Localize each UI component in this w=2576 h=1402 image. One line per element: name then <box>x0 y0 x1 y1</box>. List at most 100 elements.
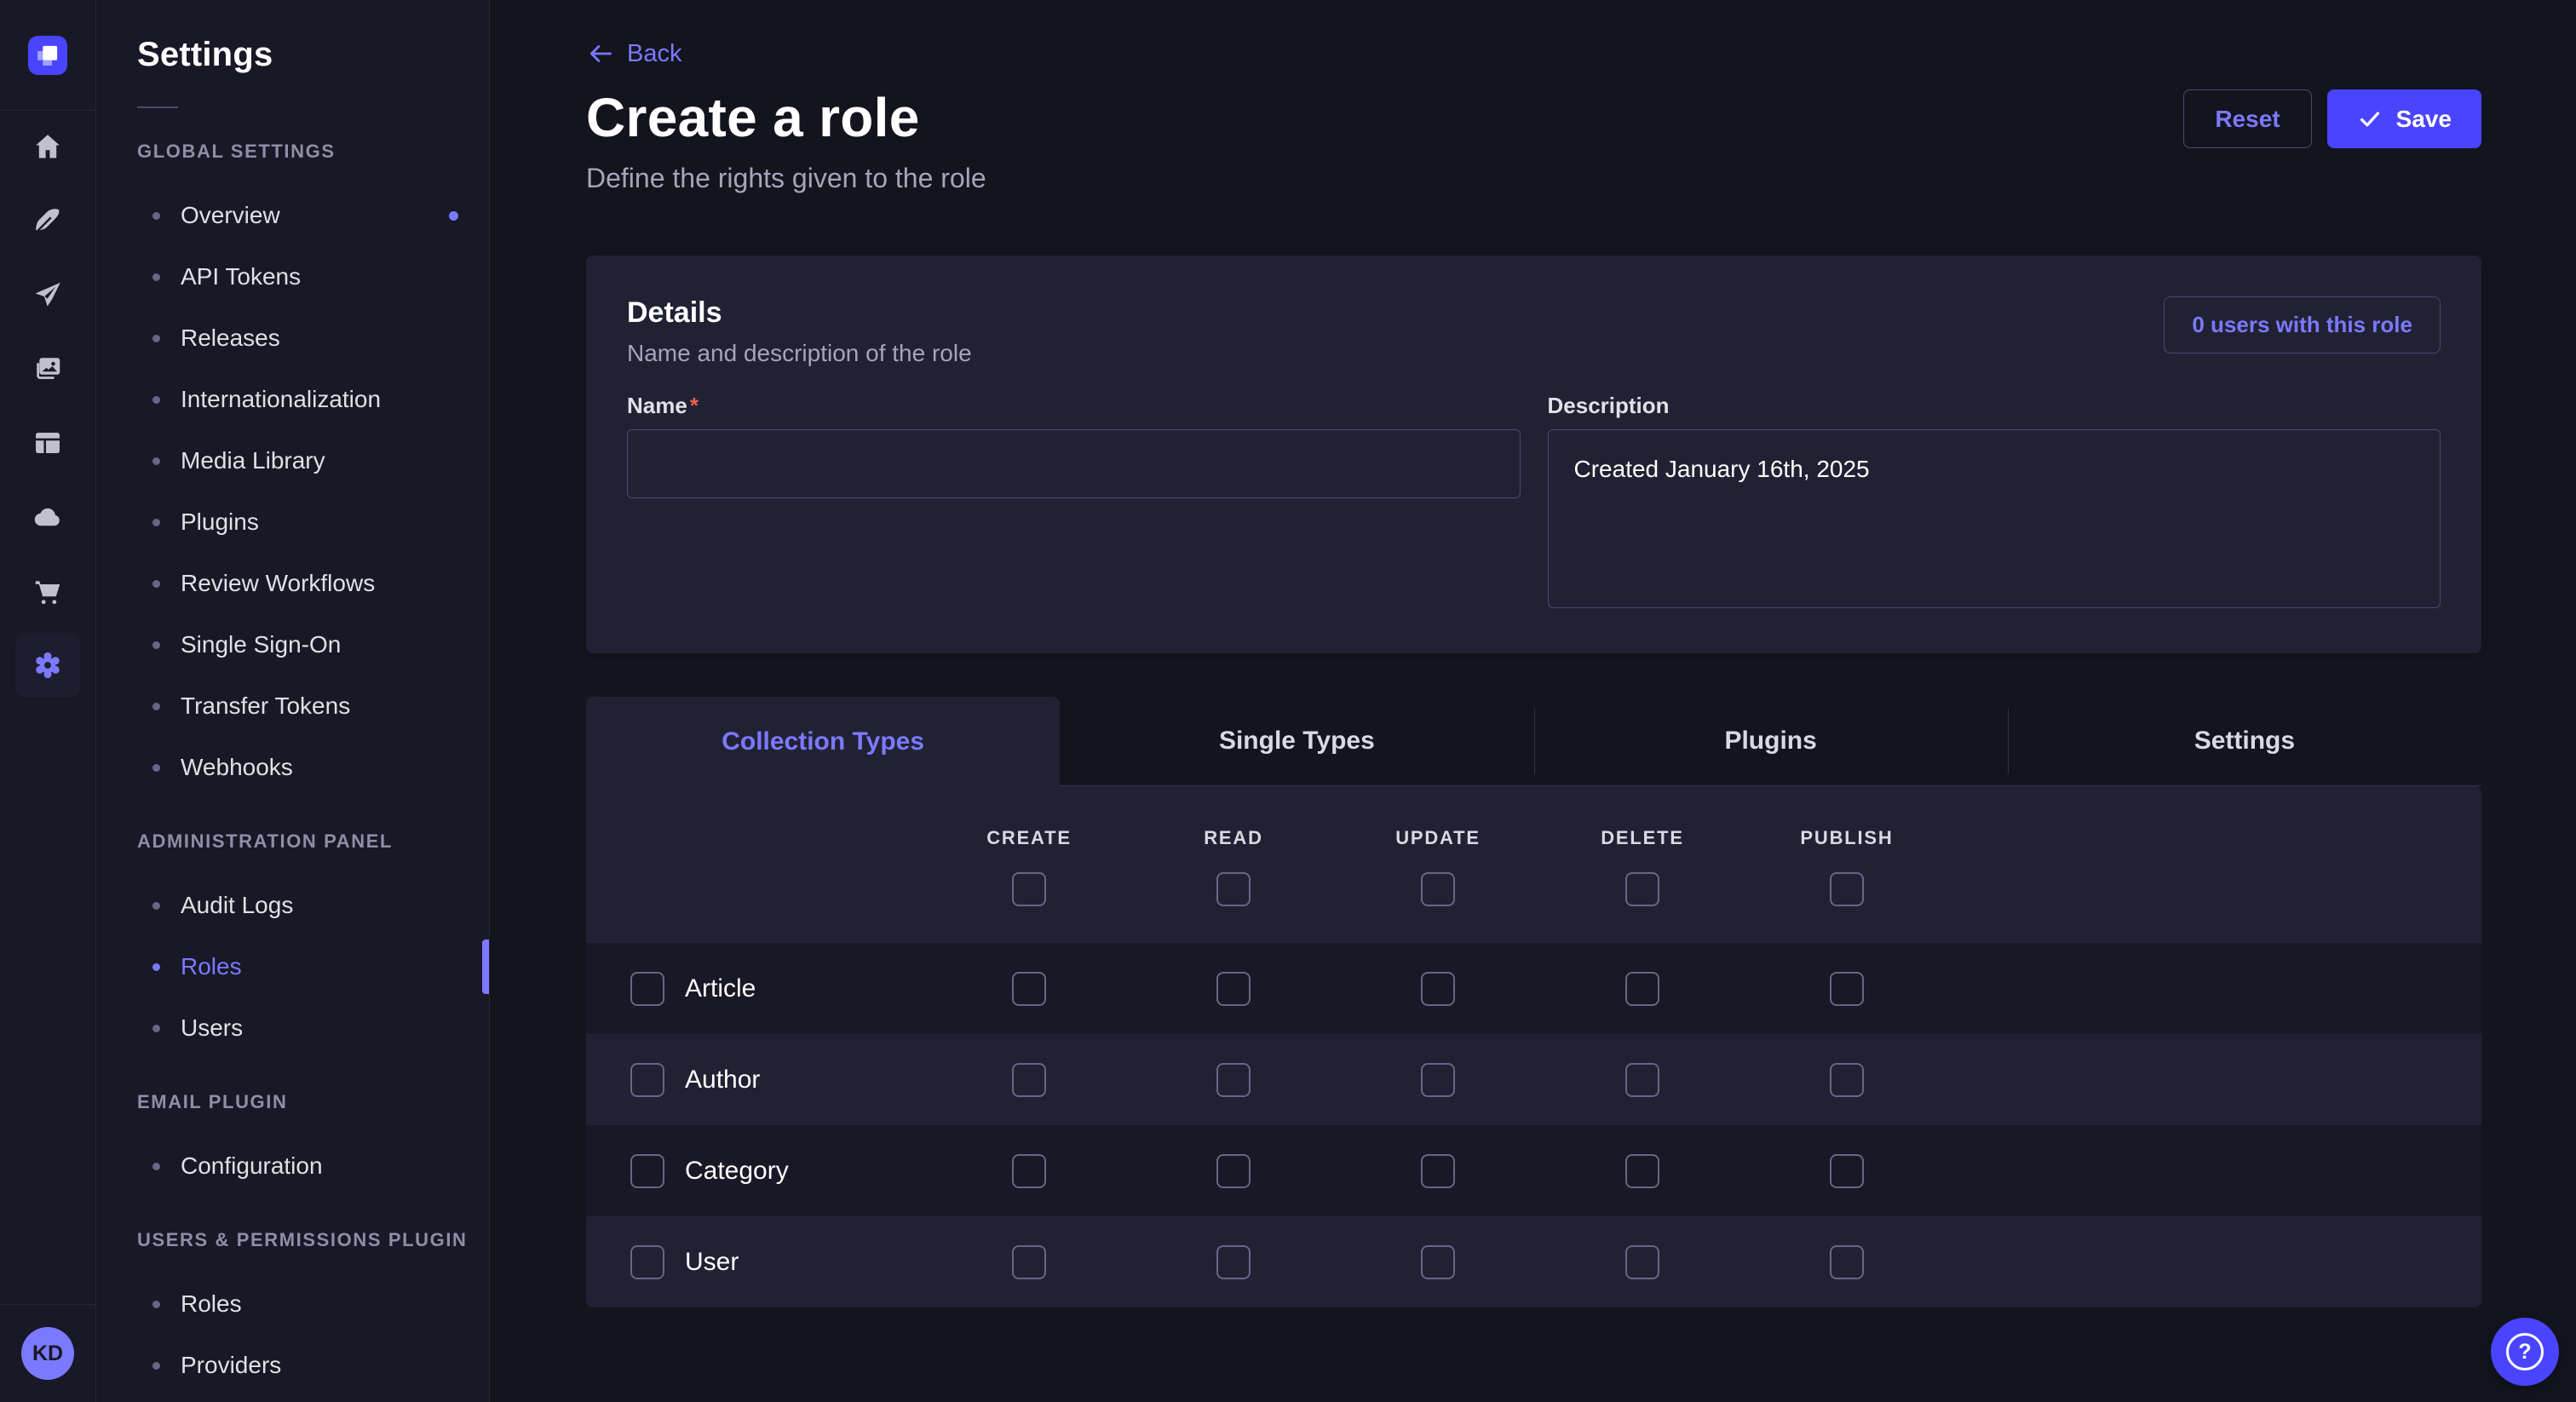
sidebar-item-label: Releases <box>181 325 280 352</box>
sidebar-item-providers[interactable]: Providers <box>96 1335 489 1396</box>
checkbox-cell <box>1131 1063 1336 1097</box>
sidebar-item-roles[interactable]: Roles <box>96 1273 489 1335</box>
select-all-read-checkbox[interactable] <box>1216 872 1251 906</box>
header-actions: Reset Save <box>2183 89 2481 148</box>
cloud-icon[interactable] <box>15 485 80 549</box>
bullet-icon <box>152 764 160 772</box>
row-label: User <box>685 1248 739 1277</box>
help-button[interactable]: ? <box>2491 1318 2559 1386</box>
details-subtitle: Name and description of the role <box>627 340 972 367</box>
author-create-checkbox[interactable] <box>1012 1063 1046 1097</box>
sidebar-item-releases[interactable]: Releases <box>96 307 489 369</box>
sidebar-item-overview[interactable]: Overview <box>96 185 489 246</box>
select-all-update-checkbox[interactable] <box>1421 872 1455 906</box>
sidebar-item-webhooks[interactable]: Webhooks <box>96 737 489 798</box>
sidebar-item-single-sign-on[interactable]: Single Sign-On <box>96 614 489 675</box>
bullet-icon <box>152 396 160 404</box>
back-label: Back <box>627 40 681 68</box>
bullet-icon <box>152 580 160 588</box>
category-read-checkbox[interactable] <box>1216 1154 1251 1188</box>
check-icon <box>2357 106 2383 132</box>
user-create-checkbox[interactable] <box>1012 1245 1046 1279</box>
category-update-checkbox[interactable] <box>1421 1154 1455 1188</box>
strapi-logo-icon[interactable] <box>28 36 67 75</box>
nav-section-label: USERS & PERMISSIONS PLUGIN <box>137 1229 489 1251</box>
author-update-checkbox[interactable] <box>1421 1063 1455 1097</box>
tab-single-types[interactable]: Single Types <box>1060 697 1533 786</box>
sidebar-item-internationalization[interactable]: Internationalization <box>96 369 489 430</box>
name-input[interactable] <box>627 429 1521 498</box>
save-button[interactable]: Save <box>2327 89 2481 148</box>
checkbox-cell <box>1745 1063 1949 1097</box>
details-card: Details Name and description of the role… <box>586 256 2481 653</box>
sidebar-item-audit-logs[interactable]: Audit Logs <box>96 875 489 936</box>
settings-gear-icon[interactable] <box>15 633 80 698</box>
column-header-read: READ <box>1131 817 1336 859</box>
category-delete-checkbox[interactable] <box>1625 1154 1659 1188</box>
users-with-role-button[interactable]: 0 users with this role <box>2164 296 2441 353</box>
sidebar-item-media-library[interactable]: Media Library <box>96 430 489 491</box>
author-read-checkbox[interactable] <box>1216 1063 1251 1097</box>
tab-settings[interactable]: Settings <box>2008 697 2481 786</box>
avatar[interactable]: KD <box>21 1327 74 1380</box>
bullet-icon <box>152 902 160 910</box>
checkbox-cell <box>927 1245 1131 1279</box>
category-publish-checkbox[interactable] <box>1830 1154 1864 1188</box>
checkbox-cell <box>1745 872 1949 906</box>
user-publish-checkbox[interactable] <box>1830 1245 1864 1279</box>
bullet-icon <box>152 703 160 710</box>
reset-button[interactable]: Reset <box>2183 89 2311 148</box>
home-icon[interactable] <box>15 114 80 179</box>
back-link[interactable]: Back <box>586 39 681 68</box>
article-publish-checkbox[interactable] <box>1830 972 1864 1006</box>
tab-plugins[interactable]: Plugins <box>1534 697 2008 786</box>
author-publish-checkbox[interactable] <box>1830 1063 1864 1097</box>
select-all-create-checkbox[interactable] <box>1012 872 1046 906</box>
sidebar-item-users[interactable]: Users <box>96 997 489 1059</box>
checkbox-cell <box>927 1063 1131 1097</box>
sidebar-item-label: Providers <box>181 1352 281 1379</box>
sidebar-item-plugins[interactable]: Plugins <box>96 491 489 553</box>
user-select-checkbox[interactable] <box>630 1245 664 1279</box>
author-delete-checkbox[interactable] <box>1625 1063 1659 1097</box>
content-manager-feather-icon[interactable] <box>15 188 80 253</box>
details-fields: Name* Description Created January 16th, … <box>627 393 2441 612</box>
tab-collection-types[interactable]: Collection Types <box>586 697 1060 786</box>
sidebar-item-configuration[interactable]: Configuration <box>96 1135 489 1197</box>
column-header-update: UPDATE <box>1336 817 1540 859</box>
row-label: Article <box>685 974 756 1003</box>
column-header-publish: PUBLISH <box>1745 817 1949 859</box>
subnav-sections: GLOBAL SETTINGSOverviewAPI TokensRelease… <box>96 141 489 1396</box>
bullet-icon <box>152 519 160 526</box>
sidebar-item-review-workflows[interactable]: Review Workflows <box>96 553 489 614</box>
user-update-checkbox[interactable] <box>1421 1245 1455 1279</box>
article-update-checkbox[interactable] <box>1421 972 1455 1006</box>
description-textarea[interactable]: Created January 16th, 2025 <box>1548 429 2441 608</box>
bullet-icon <box>152 963 160 971</box>
user-delete-checkbox[interactable] <box>1625 1245 1659 1279</box>
sidebar-item-roles[interactable]: Roles <box>96 936 489 997</box>
category-create-checkbox[interactable] <box>1012 1154 1046 1188</box>
article-select-checkbox[interactable] <box>630 972 664 1006</box>
permissions-tabs: Collection Types Single Types Plugins Se… <box>586 697 2481 786</box>
sidebar-item-api-tokens[interactable]: API Tokens <box>96 246 489 307</box>
category-select-checkbox[interactable] <box>630 1154 664 1188</box>
layout-icon[interactable] <box>15 411 80 475</box>
sidebar-item-label: Roles <box>181 1290 242 1318</box>
article-read-checkbox[interactable] <box>1216 972 1251 1006</box>
article-create-checkbox[interactable] <box>1012 972 1046 1006</box>
select-all-publish-checkbox[interactable] <box>1830 872 1864 906</box>
checkbox-cell <box>1540 972 1745 1006</box>
author-select-checkbox[interactable] <box>630 1063 664 1097</box>
row-label-cell: Category <box>586 1154 927 1188</box>
rail-bottom: KD <box>0 1304 95 1402</box>
checkbox-cell <box>1336 872 1540 906</box>
marketplace-cart-icon[interactable] <box>15 559 80 623</box>
user-read-checkbox[interactable] <box>1216 1245 1251 1279</box>
media-library-pictures-icon[interactable] <box>15 336 80 401</box>
paper-plane-icon[interactable] <box>15 262 80 327</box>
article-delete-checkbox[interactable] <box>1625 972 1659 1006</box>
select-all-delete-checkbox[interactable] <box>1625 872 1659 906</box>
sidebar-item-transfer-tokens[interactable]: Transfer Tokens <box>96 675 489 737</box>
row-label-cell: User <box>586 1245 927 1279</box>
